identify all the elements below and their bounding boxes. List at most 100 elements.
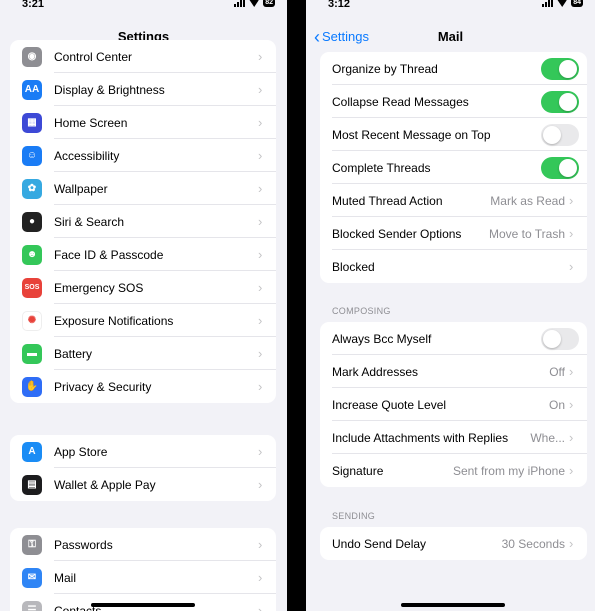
settings-item-accessibility[interactable]: ☺ Accessibility ›: [10, 139, 276, 172]
chevron-right-icon: ›: [258, 280, 263, 295]
settings-item-label: Wallet & Apple Pay: [54, 477, 156, 492]
settings-item-emergency-sos[interactable]: SOS Emergency SOS ›: [10, 271, 276, 304]
mail-setting-mark-addresses[interactable]: Mark Addresses Off ›: [320, 355, 587, 388]
settings-item-wallpaper[interactable]: ✿ Wallpaper ›: [10, 172, 276, 205]
contacts-icon: ☰: [22, 600, 42, 611]
mail-setting-label: Blocked Sender Options: [332, 226, 462, 241]
chevron-right-icon: ›: [258, 115, 263, 130]
mail-settings-screen: 3:12 84 ‹ Settings Mail Organize by Thre…: [306, 0, 595, 611]
mail-setting-label: Organize by Thread: [332, 61, 438, 76]
settings-item-passwords[interactable]: ⚿ Passwords ›: [10, 528, 276, 561]
face-id-icon: ☻: [22, 244, 42, 265]
home-indicator: [91, 603, 195, 607]
status-bar: 3:12 84: [306, 0, 595, 14]
wifi-icon: [248, 0, 260, 7]
mail-setting-muted-thread-action[interactable]: Muted Thread Action Mark as Read ›: [320, 184, 587, 217]
settings-item-label: Accessibility: [54, 148, 120, 163]
settings-item-privacy-and-security[interactable]: ✋ Privacy & Security ›: [10, 370, 276, 403]
settings-item-mail[interactable]: ✉ Mail ›: [10, 561, 276, 594]
chevron-right-icon: ›: [569, 193, 574, 208]
settings-group-apps: ⚿ Passwords › ✉ Mail › ☰ Contacts ›: [10, 528, 276, 611]
chevron-right-icon: ›: [258, 537, 263, 552]
settings-item-label: Control Center: [54, 49, 133, 64]
mail-setting-value: 30 Seconds: [501, 536, 565, 551]
nav-bar: ‹ Settings Mail: [306, 24, 595, 50]
mail-setting-organize-by-thread: Organize by Thread: [320, 52, 587, 85]
battery-level-icon: 82: [263, 0, 275, 7]
home-screen-icon: ▦: [22, 112, 42, 133]
composing-group: Always Bcc Myself Mark Addresses Off › Incre…: [320, 322, 587, 487]
mail-setting-value: Sent from my iPhone: [452, 463, 565, 478]
mail-setting-label: Increase Quote Level: [332, 397, 447, 412]
chevron-right-icon: ›: [569, 536, 574, 551]
chevron-right-icon: ›: [569, 259, 574, 274]
settings-item-label: Exposure Notifications: [54, 313, 174, 328]
chevron-right-icon: ›: [258, 570, 263, 585]
settings-item-siri-and-search[interactable]: ● Siri & Search ›: [10, 205, 276, 238]
mail-setting-label: Undo Send Delay: [332, 536, 427, 551]
cellular-signal-icon: [542, 0, 554, 7]
battery-level-icon: 84: [571, 0, 583, 7]
settings-group-store: A App Store › ▤ Wallet & Apple Pay ›: [10, 435, 276, 501]
mail-setting-label: Mark Addresses: [332, 364, 419, 379]
chevron-right-icon: ›: [569, 226, 574, 241]
mail-setting-most-recent-message-on-top: Most Recent Message on Top: [320, 118, 587, 151]
chevron-right-icon: ›: [258, 49, 263, 64]
settings-item-label: Display & Brightness: [54, 82, 165, 97]
chevron-right-icon: ›: [258, 444, 263, 459]
toggle-switch[interactable]: [541, 123, 579, 146]
settings-item-label: App Store: [54, 444, 108, 459]
settings-screen: 3:21 82 Settings ◉ Control Center › AA Displ…: [0, 0, 287, 611]
toggle-switch[interactable]: [541, 90, 579, 113]
settings-item-wallet-and-apple-pay[interactable]: ▤ Wallet & Apple Pay ›: [10, 468, 276, 501]
sending-header: SENDING: [332, 511, 376, 521]
settings-item-label: Passwords: [54, 537, 113, 552]
settings-item-battery[interactable]: ▬ Battery ›: [10, 337, 276, 370]
mail-setting-label: Complete Threads: [332, 160, 431, 175]
mail-setting-blocked-sender-options[interactable]: Blocked Sender Options Move to Trash ›: [320, 217, 587, 250]
home-indicator: [401, 603, 505, 607]
cellular-signal-icon: [234, 0, 246, 7]
settings-item-label: Face ID & Passcode: [54, 247, 164, 262]
toggle-switch[interactable]: [541, 327, 579, 350]
chevron-right-icon: ›: [258, 82, 263, 97]
settings-item-home-screen[interactable]: ▦ Home Screen ›: [10, 106, 276, 139]
settings-item-label: Siri & Search: [54, 214, 125, 229]
settings-item-exposure-notifications[interactable]: ✺ Exposure Notifications ›: [10, 304, 276, 337]
mail-setting-collapse-read-messages: Collapse Read Messages: [320, 85, 587, 118]
settings-item-label: Home Screen: [54, 115, 128, 130]
settings-item-display-and-brightness[interactable]: AA Display & Brightness ›: [10, 73, 276, 106]
settings-item-control-center[interactable]: ◉ Control Center ›: [10, 40, 276, 73]
mail-setting-value: Whe...: [530, 430, 565, 445]
chevron-right-icon: ›: [569, 364, 574, 379]
settings-item-face-id-and-passcode[interactable]: ☻ Face ID & Passcode ›: [10, 238, 276, 271]
settings-item-label: Emergency SOS: [54, 280, 144, 295]
page-title: Mail: [437, 29, 464, 44]
composing-header: COMPOSING: [332, 306, 391, 316]
settings-item-label: Privacy & Security: [54, 379, 152, 394]
mail-setting-undo-send-delay[interactable]: Undo Send Delay 30 Seconds ›: [320, 527, 587, 560]
mail-setting-include-attachments-with-replies[interactable]: Include Attachments with Replies Whe... ›: [320, 421, 587, 454]
mail-setting-blocked[interactable]: Blocked ›: [320, 250, 587, 283]
mail-setting-value: Mark as Read: [490, 193, 565, 208]
mail-setting-complete-threads: Complete Threads: [320, 151, 587, 184]
threading-group: Organize by Thread Collapse Read Messages…: [320, 52, 587, 283]
toggle-switch[interactable]: [541, 156, 579, 179]
mail-setting-increase-quote-level[interactable]: Increase Quote Level On ›: [320, 388, 587, 421]
control-center-icon: ◉: [22, 46, 42, 67]
status-bar: 3:21 82: [0, 0, 287, 14]
back-button[interactable]: ‹ Settings: [314, 24, 369, 50]
chevron-right-icon: ›: [258, 603, 263, 611]
mail-setting-label: Always Bcc Myself: [332, 331, 432, 346]
toggle-switch[interactable]: [541, 57, 579, 80]
settings-item-app-store[interactable]: A App Store ›: [10, 435, 276, 468]
mail-setting-label: Include Attachments with Replies: [332, 430, 509, 445]
mail-setting-label: Signature: [332, 463, 384, 478]
chevron-right-icon: ›: [258, 477, 263, 492]
mail-setting-label: Collapse Read Messages: [332, 94, 469, 109]
key-icon: ⚿: [22, 534, 42, 555]
mail-setting-signature[interactable]: Signature Sent from my iPhone ›: [320, 454, 587, 487]
mail-setting-always-bcc-myself: Always Bcc Myself: [320, 322, 587, 355]
sos-icon: SOS: [22, 277, 42, 298]
chevron-right-icon: ›: [258, 214, 263, 229]
